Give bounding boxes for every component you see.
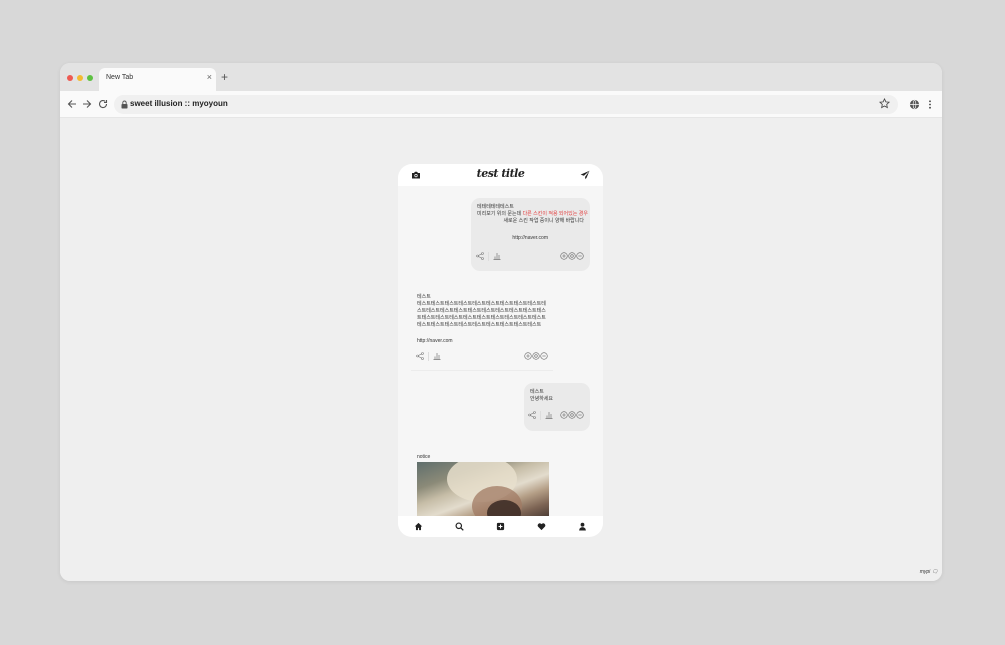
message-line: 테스트테스트테스트테스트테스트테스트테스트테스트테스트테 — [417, 301, 546, 307]
address-bar[interactable]: sweet illusion :: myoyoun — [114, 95, 898, 114]
app-header: test title — [398, 164, 603, 186]
more-circle-icon[interactable] — [540, 352, 548, 360]
message-text: 미리보기 위의 문는데 — [477, 211, 523, 217]
phone-mockup: test title 테테테테테테스트 미리보기 위의 문는데 다른 스킨이 적… — [398, 164, 603, 537]
message-link[interactable]: http://naver.com — [471, 235, 548, 242]
message-actions — [411, 352, 553, 362]
like-circle-icon[interactable] — [524, 352, 532, 360]
message-feed: 테테테테테테스트 미리보기 위의 문는데 다른 스킨이 적용 되어있는 경우 새… — [398, 186, 603, 516]
stats-icon[interactable] — [545, 411, 553, 419]
message-bubble-mine: 테스트 안녕하세요 — [524, 383, 590, 431]
stats-icon[interactable] — [433, 352, 441, 360]
message-line: 미리보기 위의 문는데 다른 스킨이 적용 되어있는 경우 — [477, 211, 588, 218]
divider — [540, 411, 541, 420]
kebab-menu-icon[interactable] — [927, 99, 933, 110]
share-icon[interactable] — [528, 411, 536, 419]
maximize-window-button[interactable] — [87, 75, 93, 81]
message-line: 트테스트테스트테스트테스트테스트테스트테스트테스트테스트 — [417, 315, 546, 321]
lock-icon — [121, 100, 128, 109]
new-tab-button[interactable]: + — [221, 70, 228, 84]
page-content: test title 테테테테테테스트 미리보기 위의 문는데 다른 스킨이 적… — [60, 119, 942, 581]
home-icon[interactable] — [414, 522, 423, 531]
more-circle-icon[interactable] — [576, 252, 584, 260]
message-actions — [524, 411, 590, 421]
extension-globe-icon[interactable] — [909, 99, 920, 110]
message-bubble-mine: 테테테테테테스트 미리보기 위의 문는데 다른 스킨이 적용 되어있는 경우 새… — [471, 198, 590, 271]
minimize-window-button[interactable] — [77, 75, 83, 81]
message-title: 테스트 — [530, 389, 544, 395]
plus-square-icon[interactable] — [496, 522, 505, 531]
message-line: 새로운 스킨 작업 중이니 양해 바랍니다 — [503, 218, 584, 224]
forward-arrow-icon[interactable] — [81, 98, 93, 110]
close-window-button[interactable] — [67, 75, 73, 81]
message-actions — [471, 252, 590, 262]
divider — [488, 252, 489, 261]
comment-circle-icon[interactable] — [532, 352, 540, 360]
user-icon[interactable] — [578, 522, 587, 531]
like-circle-icon[interactable] — [560, 411, 568, 419]
message-bubble-other: 테스트 테스트테스트테스트테스트테스트테스트테스트테스트테스트테 스트테스트테스… — [411, 288, 553, 371]
notice-label: notice — [417, 454, 431, 460]
heart-icon[interactable] — [537, 522, 546, 531]
stats-icon[interactable] — [493, 252, 501, 260]
message-line: 테스트테스트테스트테스트테스트테스트테스트테스트테스트 — [417, 322, 542, 328]
divider — [428, 352, 429, 361]
browser-window: New Tab × + sweet illusion :: myoyoun te… — [60, 63, 942, 581]
paper-plane-icon[interactable] — [580, 170, 590, 180]
app-logo: test title — [476, 167, 525, 180]
message-link[interactable]: http://naver.com — [417, 338, 453, 345]
footer-badge[interactable]: mypi 🗨 — [920, 569, 938, 575]
search-icon[interactable] — [455, 522, 464, 531]
tab-bar: New Tab × + — [60, 63, 942, 91]
tab-title: New Tab — [106, 74, 134, 81]
more-circle-icon[interactable] — [576, 411, 584, 419]
message-highlight: 다른 스킨이 적용 되어있는 경우 — [522, 211, 588, 217]
comment-circle-icon[interactable] — [568, 252, 576, 260]
back-arrow-icon[interactable] — [66, 98, 78, 110]
like-circle-icon[interactable] — [560, 252, 568, 260]
comment-circle-icon[interactable] — [568, 411, 576, 419]
url-text[interactable]: sweet illusion :: myoyoun — [130, 99, 228, 108]
tab-close-icon[interactable]: × — [207, 72, 212, 82]
message-line: 테테테테테테스트 — [477, 204, 514, 210]
tab-new-tab[interactable]: New Tab × — [99, 68, 216, 91]
message-line: 스트테스트테스트테스트테스트테스트테스트테스트테스트테스 — [417, 308, 546, 314]
reload-icon[interactable] — [97, 98, 109, 110]
app-bottom-nav — [398, 516, 603, 537]
bookmark-star-icon[interactable] — [879, 98, 890, 109]
browser-toolbar: sweet illusion :: myoyoun — [60, 91, 942, 118]
share-icon[interactable] — [416, 352, 424, 360]
message-line: 안녕하세요 — [530, 396, 554, 402]
message-title: 테스트 — [417, 294, 431, 300]
notice-image[interactable] — [417, 462, 549, 516]
share-icon[interactable] — [476, 252, 484, 260]
